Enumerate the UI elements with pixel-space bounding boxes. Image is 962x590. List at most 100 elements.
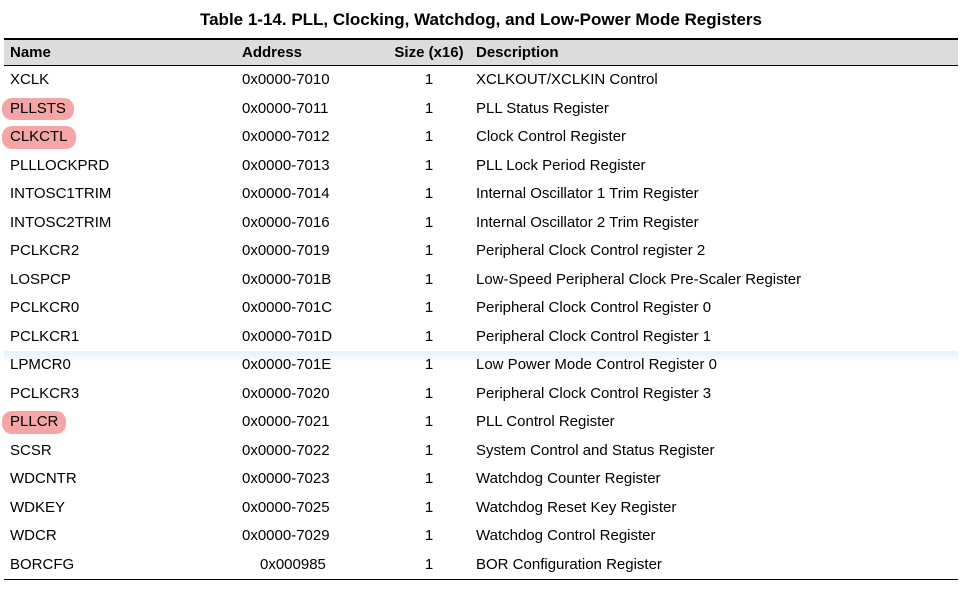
table-row: INTOSC1TRIM0x0000-70141Internal Oscillat… xyxy=(4,180,958,209)
cell-name: PLLLOCKPRD xyxy=(4,152,236,181)
table-row: CLKCTL 0x0000-70121Clock Control Register xyxy=(4,123,958,152)
cell-description: Internal Oscillator 1 Trim Register xyxy=(470,180,958,209)
cell-description: Internal Oscillator 2 Trim Register xyxy=(470,209,958,238)
cell-size: 1 xyxy=(388,152,470,181)
cell-address: 0x0000-7014 xyxy=(236,180,388,209)
header-size: Size (x16) xyxy=(388,39,470,66)
cell-description: Watchdog Control Register xyxy=(470,522,958,551)
cell-name: WDKEY xyxy=(4,494,236,523)
cell-description: Peripheral Clock Control register 2 xyxy=(470,237,958,266)
cell-address: 0x0000-7022 xyxy=(236,437,388,466)
cell-size: 1 xyxy=(388,95,470,124)
cell-size: 1 xyxy=(388,209,470,238)
table-row: PLLLOCKPRD0x0000-70131PLL Lock Period Re… xyxy=(4,152,958,181)
cell-description: Peripheral Clock Control Register 0 xyxy=(470,294,958,323)
cell-name: INTOSC1TRIM xyxy=(4,180,236,209)
cell-size: 1 xyxy=(388,437,470,466)
cell-address: 0x0000-7029 xyxy=(236,522,388,551)
cell-description: Peripheral Clock Control Register 3 xyxy=(470,380,958,409)
cell-address: 0x0000-7023 xyxy=(236,465,388,494)
cell-name: WDCR xyxy=(4,522,236,551)
cell-name: SCSR xyxy=(4,437,236,466)
cell-address: 0x0000-7010 xyxy=(236,66,388,95)
table-row: XCLK0x0000-70101XCLKOUT/XCLKIN Control xyxy=(4,66,958,95)
cell-name: BORCFG xyxy=(4,551,236,580)
table-header-row: Name Address Size (x16) Description xyxy=(4,39,958,66)
header-description: Description xyxy=(470,39,958,66)
table-row: PCLKCR20x0000-70191Peripheral Clock Cont… xyxy=(4,237,958,266)
cell-description: PLL Lock Period Register xyxy=(470,152,958,181)
cell-description: BOR Configuration Register xyxy=(470,551,958,580)
cell-name: CLKCTL xyxy=(4,123,236,152)
cell-size: 1 xyxy=(388,123,470,152)
cell-size: 1 xyxy=(388,380,470,409)
table-row: LPMCR00x0000-701E1Low Power Mode Control… xyxy=(4,351,958,380)
cell-description: PLL Status Register xyxy=(470,95,958,124)
cell-address: 0x0000-7013 xyxy=(236,152,388,181)
table-row: INTOSC2TRIM0x0000-70161Internal Oscillat… xyxy=(4,209,958,238)
cell-description: PLL Control Register xyxy=(470,408,958,437)
table-row: PCLKCR10x0000-701D1Peripheral Clock Cont… xyxy=(4,323,958,352)
cell-name: PCLKCR1 xyxy=(4,323,236,352)
cell-address: 0x0000-7011 xyxy=(236,95,388,124)
header-address: Address xyxy=(236,39,388,66)
register-table: Name Address Size (x16) Description XCLK… xyxy=(4,38,958,580)
table-row: LOSPCP0x0000-701B1Low-Speed Peripheral C… xyxy=(4,266,958,295)
table-row: WDCNTR0x0000-70231Watchdog Counter Regis… xyxy=(4,465,958,494)
cell-description: Watchdog Reset Key Register xyxy=(470,494,958,523)
cell-address: 0x0000-701D xyxy=(236,323,388,352)
cell-size: 1 xyxy=(388,465,470,494)
cell-name: LPMCR0 xyxy=(4,351,236,380)
cell-address: 0x0000-7025 xyxy=(236,494,388,523)
cell-address: 0x0000-701B xyxy=(236,266,388,295)
table-row: PCLKCR00x0000-701C1Peripheral Clock Cont… xyxy=(4,294,958,323)
cell-address: 0x0000-7012 xyxy=(236,123,388,152)
highlight-pill: PLLCR xyxy=(2,411,66,434)
table-row: WDCR0x0000-70291Watchdog Control Registe… xyxy=(4,522,958,551)
cell-size: 1 xyxy=(388,237,470,266)
cell-size: 1 xyxy=(388,551,470,580)
cell-size: 1 xyxy=(388,408,470,437)
cell-name: XCLK xyxy=(4,66,236,95)
table-row: BORCFG0x0009851BOR Configuration Registe… xyxy=(4,551,958,580)
cell-description: Low-Speed Peripheral Clock Pre-Scaler Re… xyxy=(470,266,958,295)
cell-description: Watchdog Counter Register xyxy=(470,465,958,494)
cell-description: System Control and Status Register xyxy=(470,437,958,466)
table-row: PCLKCR30x0000-70201Peripheral Clock Cont… xyxy=(4,380,958,409)
cell-size: 1 xyxy=(388,522,470,551)
table-row: PLLCR 0x0000-70211PLL Control Register xyxy=(4,408,958,437)
cell-address: 0x0000-7020 xyxy=(236,380,388,409)
cell-size: 1 xyxy=(388,494,470,523)
cell-name: PLLCR xyxy=(4,408,236,437)
table-row: WDKEY0x0000-70251Watchdog Reset Key Regi… xyxy=(4,494,958,523)
highlight-pill: PLLSTS xyxy=(2,98,74,121)
cell-size: 1 xyxy=(388,66,470,95)
cell-address: 0x000985 xyxy=(236,551,388,580)
cell-size: 1 xyxy=(388,266,470,295)
cell-address: 0x0000-7021 xyxy=(236,408,388,437)
cell-name: LOSPCP xyxy=(4,266,236,295)
cell-size: 1 xyxy=(388,294,470,323)
highlight-pill: CLKCTL xyxy=(2,126,76,149)
cell-name: INTOSC2TRIM xyxy=(4,209,236,238)
cell-address: 0x0000-701E xyxy=(236,351,388,380)
cell-size: 1 xyxy=(388,323,470,352)
cell-size: 1 xyxy=(388,351,470,380)
cell-address: 0x0000-7016 xyxy=(236,209,388,238)
cell-name: PLLSTS xyxy=(4,95,236,124)
cell-address: 0x0000-7019 xyxy=(236,237,388,266)
table-title: Table 1-14. PLL, Clocking, Watchdog, and… xyxy=(4,10,958,30)
cell-description: Low Power Mode Control Register 0 xyxy=(470,351,958,380)
cell-size: 1 xyxy=(388,180,470,209)
header-name: Name xyxy=(4,39,236,66)
cell-name: PCLKCR2 xyxy=(4,237,236,266)
cell-description: Peripheral Clock Control Register 1 xyxy=(470,323,958,352)
cell-name: WDCNTR xyxy=(4,465,236,494)
cell-address: 0x0000-701C xyxy=(236,294,388,323)
cell-name: PCLKCR3 xyxy=(4,380,236,409)
cell-description: XCLKOUT/XCLKIN Control xyxy=(470,66,958,95)
table-row: PLLSTS 0x0000-70111PLL Status Register xyxy=(4,95,958,124)
cell-name: PCLKCR0 xyxy=(4,294,236,323)
table-row: SCSR0x0000-70221System Control and Statu… xyxy=(4,437,958,466)
cell-description: Clock Control Register xyxy=(470,123,958,152)
